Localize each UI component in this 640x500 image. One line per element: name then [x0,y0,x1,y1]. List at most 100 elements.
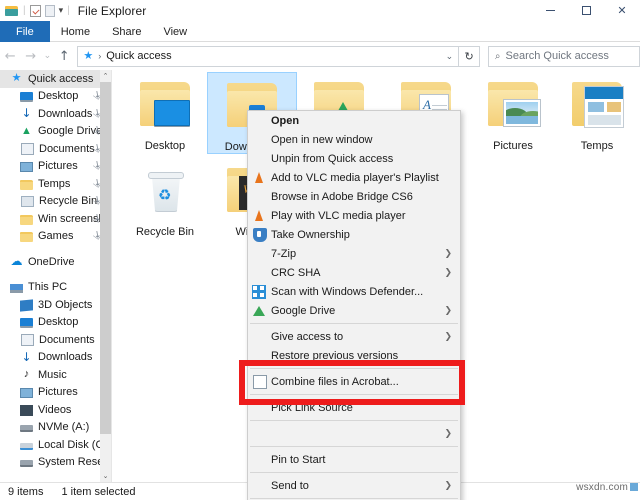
back-button[interactable]: ← [0,44,20,68]
sidebar-item-local-disk-c[interactable]: Local Disk (C:) [0,436,111,454]
sidebar-item-onedrive[interactable]: ☁ OneDrive [0,253,111,271]
drive-icon [20,460,33,468]
sidebar-item-videos[interactable]: Videos [0,401,111,419]
window-controls: ✕ [532,0,640,21]
menu-item-give-access-to[interactable]: Give access to ❯ [248,327,460,346]
sidebar-item-desktop[interactable]: Desktop ⇲ [0,88,111,106]
menu-item-browse-in-adobe-bridge-cs6[interactable]: Browse in Adobe Bridge CS6 [248,187,460,206]
sidebar-item-label: NVMe (A:) [38,421,90,434]
properties-icon[interactable] [29,4,41,17]
tab-view[interactable]: View [152,21,198,42]
menu-item-combine-files-in-acrobat[interactable]: Combine files in Acrobat... [248,372,460,391]
windows-defender-icon [252,285,266,299]
menu-item-label: Google Drive [271,304,336,317]
tab-share[interactable]: Share [101,21,152,42]
window-title: File Explorer [77,3,147,18]
sidebar-item-label: Music [38,368,67,381]
new-folder-icon[interactable] [44,4,55,17]
sidebar-item-recycle-bin[interactable]: Recycle Bin ⇲ [0,193,111,211]
address-input[interactable]: ★ › Quick access ⌄ [77,45,460,67]
google-drive-icon: ▲ [21,124,32,137]
sidebar-item-music[interactable]: ♪ Music [0,366,111,384]
menu-item-label: Scan with Windows Defender... [271,285,424,298]
sidebar-item-pictures[interactable]: Pictures [0,384,111,402]
sidebar-item-google-drive[interactable]: ▲ Google Drive ⇲ [0,123,111,141]
explorer-icon[interactable] [5,5,19,17]
scroll-up-icon[interactable]: ⌃ [100,70,111,82]
menu-item-send-to[interactable]: Send to ❯ [248,476,460,495]
search-icon: ⌕ [494,50,501,62]
file-item-temps[interactable]: Temps [552,72,640,152]
tab-file[interactable]: File [0,21,50,42]
menu-item-crc-sha[interactable]: CRC SHA ❯ [248,263,460,282]
watermark-badge-icon [630,483,638,491]
drive-icon [20,425,33,433]
menu-item-play-with-vlc-media-player[interactable]: Play with VLC media player [248,206,460,225]
sidebar-item-label: Desktop [38,316,79,329]
refresh-button[interactable]: ↻ [459,45,480,67]
menu-item-unpin-from-quick-access[interactable]: Unpin from Quick access [248,149,460,168]
chevron-down-icon[interactable]: ⌄ [440,51,458,62]
sidebar-item-documents[interactable]: Documents [0,331,111,349]
shield-icon [253,228,267,242]
chevron-right-icon: ❯ [444,331,452,342]
maximize-button[interactable] [568,0,604,21]
watermark-text: wsxdn.com [576,482,628,493]
sidebar-item-downloads[interactable]: ↓ Downloads ⇲ [0,105,111,123]
close-icon[interactable]: ✕ [604,0,640,21]
menu-item-pin-to-start[interactable]: Pin to Start [248,450,460,469]
menu-item-take-ownership[interactable]: Take Ownership [248,225,460,244]
sidebar-item-games[interactable]: Games ⇲ [0,228,111,246]
file-item-pictures[interactable]: Pictures [468,72,558,152]
file-item-recycle-bin[interactable]: ♻ Recycle Bin [120,158,210,238]
up-button[interactable]: ↑ [54,44,74,68]
tab-home[interactable]: Home [50,21,101,42]
sidebar-item-pictures[interactable]: Pictures ⇲ [0,158,111,176]
sidebar-item-this-pc[interactable]: This PC [0,279,111,297]
scroll-down-icon[interactable]: ⌄ [100,470,111,482]
file-item-label: Recycle Bin [135,226,195,238]
sidebar-item-nvme-a[interactable]: NVMe (A:) [0,419,111,437]
this-pc-icon [10,283,23,293]
pictures-icon [20,388,33,399]
3d-objects-icon [20,299,33,312]
menu-item-label: Play with VLC media player [271,209,406,222]
customize-caret-icon[interactable]: ▾ [59,5,64,16]
sidebar-item-documents[interactable]: Documents ⇲ [0,140,111,158]
file-item-label: Desktop [144,140,186,152]
file-item-desktop[interactable]: Desktop [120,72,210,152]
sidebar-item-system-reserved[interactable]: System Reserved [0,454,111,472]
menu-separator [250,472,458,473]
sidebar-item-win-screensh[interactable]: Win screensh ⇲ [0,210,111,228]
sidebar-item-quick-access[interactable]: ★ Quick access [0,70,111,88]
menu-item-open[interactable]: Open [248,111,460,130]
menu-item-restore-previous-versions[interactable]: Restore previous versions [248,346,460,365]
menu-item-label: Restore previous versions [271,349,399,362]
sidebar-item-desktop[interactable]: Desktop [0,314,111,332]
scrollbar-thumb[interactable] [100,82,111,434]
menu-item-open-in-new-window[interactable]: Open in new window [248,130,460,149]
sidebar-scrollbar[interactable]: ⌃ ⌄ [100,70,111,482]
forward-button[interactable]: → [20,44,40,68]
recent-locations-button[interactable]: ⌄ [41,44,54,68]
menu-item-pick-link-source[interactable]: Pick Link Source [248,398,460,417]
sidebar-item-label: 3D Objects [38,298,93,311]
menu-item-blank[interactable]: ❯ [248,424,460,443]
menu-item-scan-with-windows-defender[interactable]: Scan with Windows Defender... [248,282,460,301]
minimize-button[interactable] [532,0,568,21]
sidebar-item-3d-objects[interactable]: 3D Objects [0,296,111,314]
context-menu[interactable]: Open Open in new window Unpin from Quick a… [247,110,461,500]
chevron-right-icon: ❯ [444,267,452,278]
search-input[interactable]: ⌕ Search Quick access [487,45,640,67]
menu-item-add-to-vlc-media-player-s-playlist[interactable]: Add to VLC media player's Playlist [248,168,460,187]
system-drive-icon [20,442,33,450]
address-bar-row: ← → ⌄ ↑ ★ › Quick access ⌄ ↻ ⌕ Search Qu… [0,42,640,70]
menu-separator [250,498,458,499]
sidebar-item-downloads[interactable]: ↓ Downloads [0,349,111,367]
folder-desktop-icon [126,76,204,138]
sidebar-item-temps[interactable]: Temps ⇲ [0,175,111,193]
menu-item-google-drive[interactable]: Google Drive ❯ [248,301,460,320]
breadcrumb-separator: › [98,51,102,61]
menu-item-7-zip[interactable]: 7-Zip ❯ [248,244,460,263]
sidebar-item-label: Downloads [38,107,93,120]
